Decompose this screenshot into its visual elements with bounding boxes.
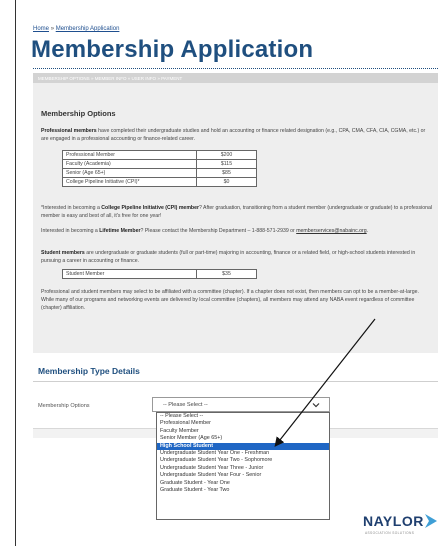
- breadcrumb-current-link[interactable]: Membership Application: [56, 26, 120, 32]
- table-row: Faculty (Academia) $115: [62, 159, 257, 169]
- dues-price: $35: [196, 269, 257, 279]
- student-label: Student members: [41, 250, 85, 256]
- membership-type-heading: Membership Type Details: [38, 366, 140, 376]
- dues-name: Professional Member: [62, 150, 197, 160]
- dropdown-option[interactable]: Undergraduate Student Year One - Freshma…: [157, 450, 329, 457]
- dues-price: $115: [196, 159, 257, 169]
- dues-name: Senior (Age 65+): [62, 168, 197, 178]
- title-divider: [33, 68, 438, 69]
- dropdown-option[interactable]: Graduate Student - Year One: [157, 480, 329, 487]
- dues-name: Student Member: [62, 269, 197, 279]
- page-title: Membership Application: [31, 36, 314, 63]
- professional-text: have completed their undergraduate studi…: [41, 128, 426, 142]
- table-row: Student Member $35: [62, 269, 257, 279]
- dues-price: $0: [196, 177, 257, 187]
- membership-options-dropdown[interactable]: -- Please Select -- Professional Member …: [156, 412, 330, 520]
- step-separator: »: [90, 76, 94, 81]
- membership-options-select[interactable]: -- Please Select --: [152, 397, 330, 412]
- logo-tagline: ASSOCIATION SOLUTIONS: [365, 531, 415, 535]
- table-row: College Pipeline Initiative (CPI)* $0: [62, 177, 257, 187]
- student-description: Student members are undergraduate or gra…: [41, 249, 433, 265]
- step-separator: »: [157, 76, 160, 81]
- lifetime-text-post: ? Please contact the Membership Departme…: [140, 228, 297, 234]
- lifetime-text-end: .: [366, 228, 369, 234]
- step-user-info: USER INFO: [131, 76, 157, 81]
- select-value: -- Please Select --: [163, 402, 208, 408]
- lifetime-description: Interested in becoming a Lifetime Member…: [41, 227, 433, 235]
- member-services-email-link[interactable]: memberservices@nabainc.org: [296, 228, 366, 234]
- student-dues-table: Student Member $35: [62, 269, 257, 279]
- cpi-description: *Interested in becoming a College Pipeli…: [41, 204, 433, 220]
- dropdown-option[interactable]: Undergraduate Student Year Two - Sophomo…: [157, 457, 329, 464]
- membership-options-heading: Membership Options: [41, 109, 116, 118]
- lifetime-label: Lifetime Member: [99, 228, 141, 234]
- membership-options-panel: Membership Options Professional members …: [33, 83, 438, 353]
- dues-name: Faculty (Academia): [62, 159, 197, 169]
- logo-chevron-icon: [425, 514, 437, 528]
- dropdown-option[interactable]: -- Please Select --: [157, 413, 329, 420]
- chapter-description: Professional and student members may sel…: [41, 289, 419, 311]
- dropdown-option[interactable]: Graduate Student - Year Two: [157, 487, 329, 494]
- dropdown-option[interactable]: Undergraduate Student Year Three - Junio…: [157, 465, 329, 472]
- student-text: are undergraduate or graduate students (…: [41, 250, 416, 264]
- professional-dues-table: Professional Member $200 Faculty (Academi…: [62, 150, 257, 187]
- step-member-info: MEMBER INFO: [94, 76, 127, 81]
- breadcrumb: Home » Membership Application: [33, 26, 119, 32]
- dues-price: $85: [196, 168, 257, 178]
- breadcrumb-home-link[interactable]: Home: [33, 26, 49, 32]
- naylor-logo: NAYLOR ASSOCIATION SOLUTIONS: [363, 513, 437, 539]
- professional-label: Professional members: [41, 128, 97, 134]
- membership-options-label: Membership Options: [38, 403, 90, 409]
- cpi-label: College Pipeline Initiative (CPI) member: [101, 205, 200, 211]
- logo-wordmark: NAYLOR: [363, 513, 424, 529]
- type-divider: [33, 381, 438, 382]
- dues-price: $200: [196, 150, 257, 160]
- professional-description: Professional members have completed thei…: [41, 127, 433, 143]
- cpi-text-pre: *Interested in becoming a: [41, 205, 102, 211]
- table-row: Senior (Age 65+) $85: [62, 168, 257, 178]
- dropdown-option[interactable]: Faculty Member: [157, 428, 329, 435]
- dropdown-option-selected[interactable]: High School Student: [157, 442, 329, 450]
- dropdown-option[interactable]: Professional Member: [157, 420, 329, 427]
- chevron-down-icon: [312, 403, 320, 408]
- dropdown-option[interactable]: Senior Member (Age 65+): [157, 435, 329, 442]
- table-row: Professional Member $200: [62, 150, 257, 160]
- breadcrumb-separator: »: [50, 26, 55, 32]
- dues-name: College Pipeline Initiative (CPI)*: [62, 177, 197, 187]
- dropdown-option[interactable]: Undergraduate Student Year Four - Senior: [157, 472, 329, 479]
- step-membership-options: MEMBERSHIP OPTIONS: [38, 76, 90, 81]
- left-border: [15, 0, 16, 546]
- lifetime-text-pre: Interested in becoming a: [41, 228, 100, 234]
- step-separator: »: [127, 76, 131, 81]
- step-payment: PAYMENT: [161, 76, 183, 81]
- progress-steps: MEMBERSHIP OPTIONS » MEMBER INFO » USER …: [33, 73, 438, 83]
